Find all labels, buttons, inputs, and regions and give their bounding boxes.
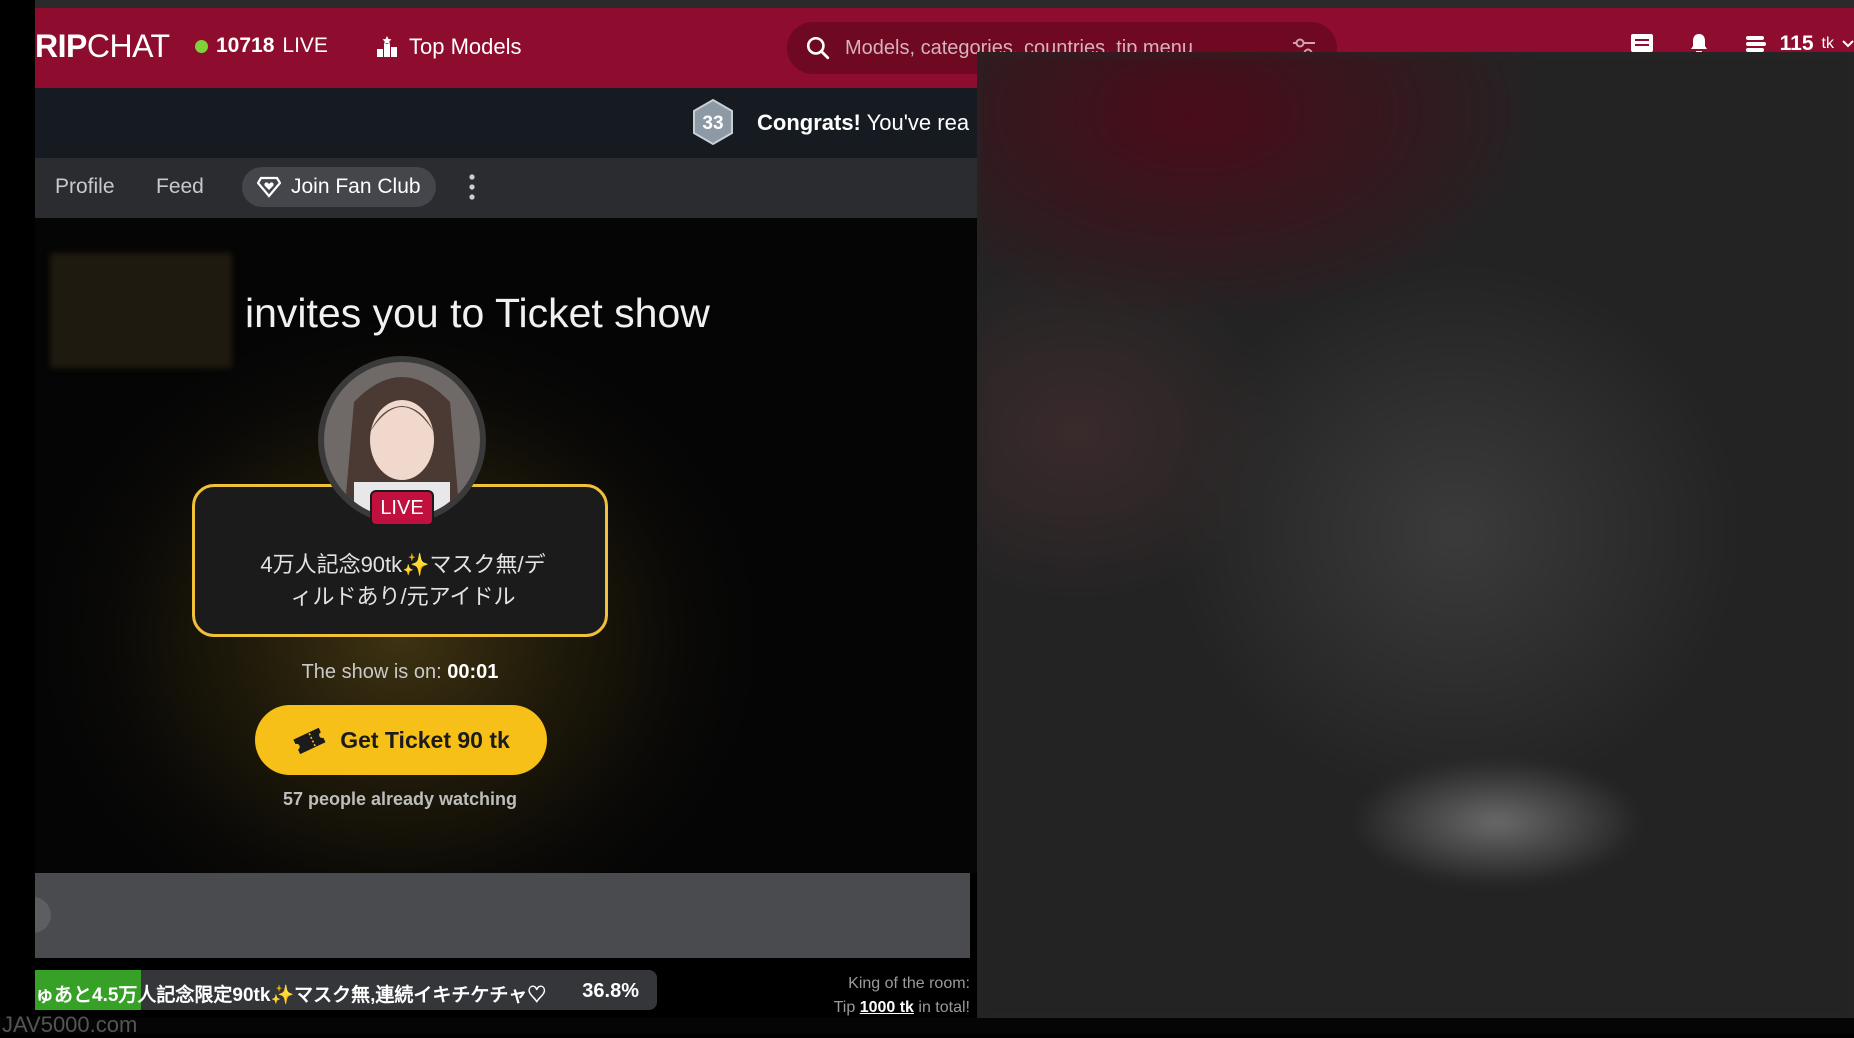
watermark-text: JAV5000.com [2, 1012, 138, 1037]
live-count-label: LIVE [282, 34, 328, 57]
king-tip-amount[interactable]: 1000 tk [860, 999, 914, 1016]
bottom-edge-bar [0, 1018, 1854, 1034]
chat-area [15, 873, 970, 958]
show-title: 4万人記念90tk✨マスク無/デ ィルドあり/元アイドル [225, 549, 581, 613]
king-tip-prefix: Tip [833, 999, 856, 1016]
live-badge: LIVE [370, 490, 434, 526]
balance-unit: tk [1821, 35, 1834, 52]
get-ticket-label: Get Ticket 90 tk [340, 726, 510, 753]
search-icon[interactable] [805, 35, 831, 61]
show-timer: The show is on: 00:01 [35, 661, 765, 684]
top-models-link[interactable]: Top Models [375, 34, 522, 60]
join-fan-club-label: Join Fan Club [291, 175, 421, 198]
level-hexagon-icon: 33 [693, 98, 733, 146]
goal-percent: 36.8% [582, 980, 639, 1002]
king-tip-suffix: in total! [918, 999, 970, 1016]
watching-count: 57 people already watching [282, 789, 518, 809]
live-count-link[interactable]: 10718 LIVE [195, 34, 328, 58]
goal-text: ゅあと4.5万人記念限定90tk✨マスク無,連続イキチケチャ♡ [35, 985, 547, 1006]
ticket-show-panel: invites you to Ticket show 4万人記念90tk✨マスク… [35, 218, 977, 873]
diamond-heart-icon [257, 176, 281, 198]
king-of-room: King of the room: Tip 1000 tk in total! [760, 972, 970, 1020]
level-badge: 33 [691, 98, 735, 151]
show-title-line2: ィルドあり/元アイドル [290, 584, 516, 609]
left-edge-bar [0, 0, 35, 1034]
show-title-line1: 4万人記念90tk✨マスク無/デ [260, 552, 546, 577]
congrats-banner: 33 Congrats! You've rea [35, 88, 977, 158]
goal-progress-bar: ゅあと4.5万人記念限定90tk✨マスク無,連続イキチケチャ♡ 36.8% [35, 970, 657, 1010]
king-label: King of the room: [848, 975, 970, 992]
congrats-message: You've rea [866, 110, 970, 135]
blurred-video-content [977, 52, 1854, 1018]
show-timer-label: The show is on: [301, 661, 442, 683]
level-number: 33 [702, 113, 723, 134]
top-models-label: Top Models [409, 34, 522, 59]
tab-feed[interactable]: Feed [156, 175, 204, 199]
podium-icon [377, 36, 397, 57]
live-dot-icon [195, 39, 208, 53]
ticket-invite-heading: invites you to Ticket show [245, 290, 710, 336]
live-count-number: 10718 [216, 34, 275, 57]
congrats-title: Congrats! [757, 110, 861, 135]
tab-profile[interactable]: Profile [55, 175, 115, 199]
video-stream[interactable] [977, 52, 1854, 1018]
king-tip-line: Tip 1000 tk in total! [760, 996, 970, 1020]
ticket-icon [293, 727, 326, 755]
more-options-icon[interactable] [467, 172, 477, 202]
get-ticket-button[interactable]: Get Ticket 90 tk [255, 705, 547, 775]
model-tabs: Profile Feed Join Fan Club [35, 158, 977, 218]
show-timer-value: 00:01 [447, 661, 499, 683]
logo-light-text: CHAT [86, 28, 170, 64]
logo-bold-text: RIP [35, 28, 87, 64]
chevron-down-icon [1842, 40, 1854, 48]
blurred-model-name [50, 253, 232, 368]
window-top-edge [0, 0, 1854, 8]
site-logo[interactable]: RIPCHAT [35, 28, 170, 65]
congrats-text: Congrats! You've rea [757, 110, 969, 136]
join-fan-club-button[interactable]: Join Fan Club [242, 167, 436, 207]
